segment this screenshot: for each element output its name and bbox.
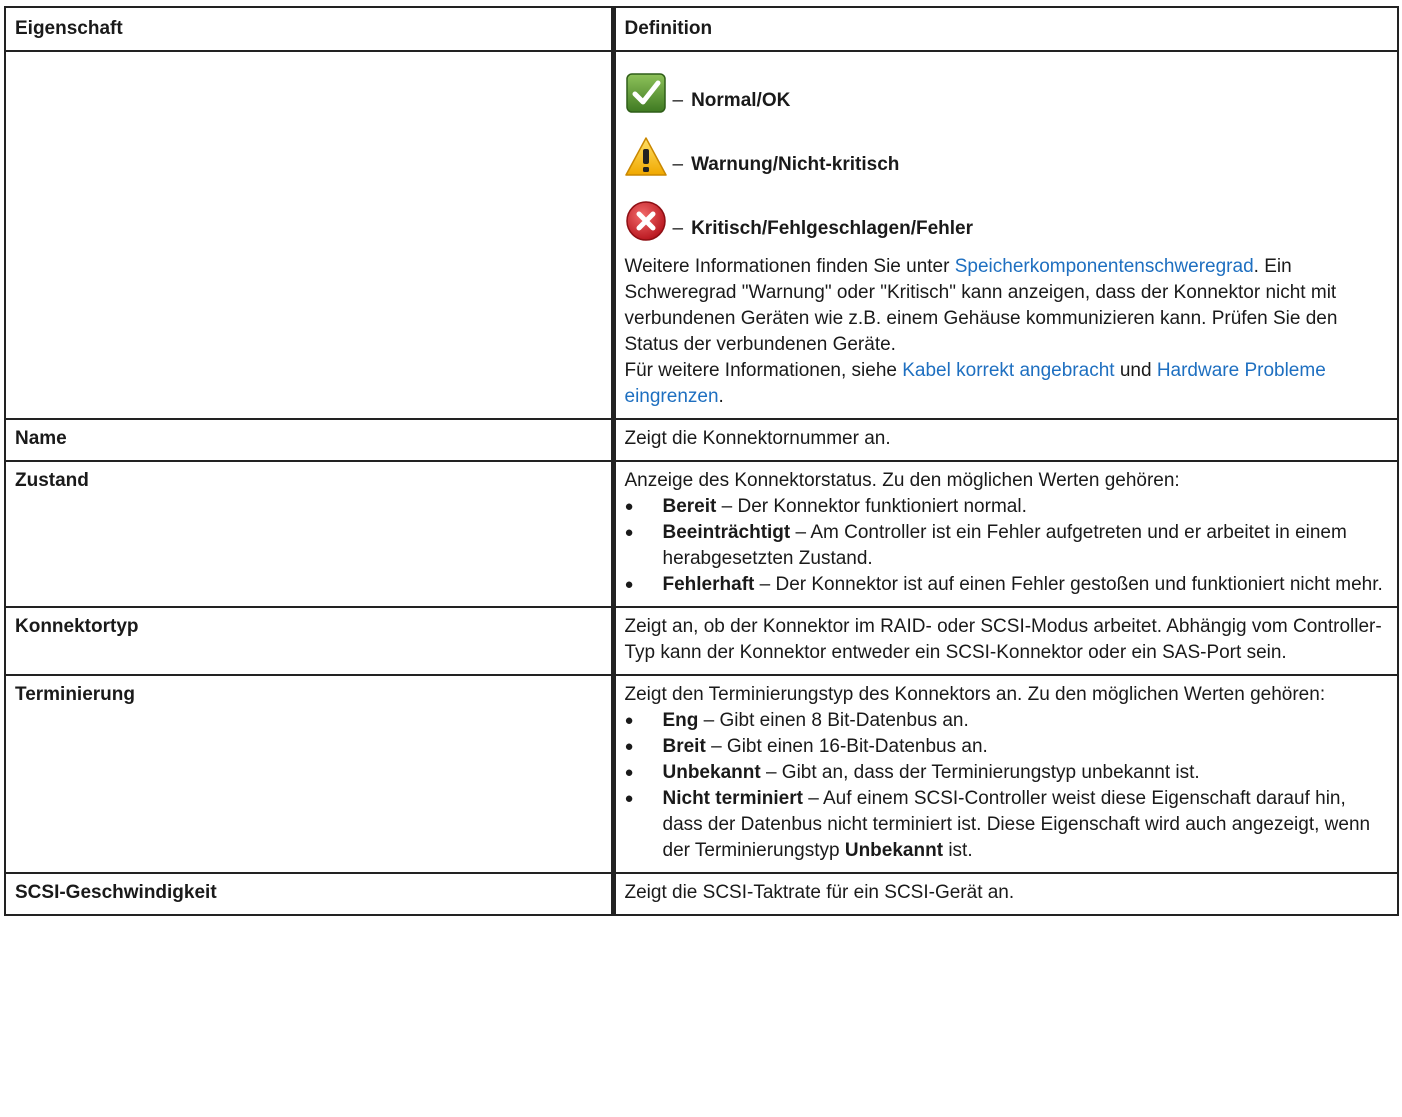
table-row-name: Name Zeigt die Konnektornummer an.: [4, 418, 1399, 462]
table-row-scsi-geschwindigkeit: SCSI-Geschwindigkeit Zeigt die SCSI-Takt…: [4, 872, 1399, 916]
property-konnektortyp: Konnektortyp: [4, 606, 614, 676]
dash: –: [672, 218, 684, 239]
term: Bereit: [662, 496, 717, 517]
zustand-list: Bereit – Der Konnektor funktioniert norm…: [625, 494, 1390, 598]
terminierung-list: Eng – Gibt einen 8 Bit-Datenbus an. Brei…: [625, 708, 1390, 864]
term: Eng: [662, 710, 699, 731]
list-item: Eng – Gibt einen 8 Bit-Datenbus an.: [625, 708, 1390, 734]
dash: –: [672, 90, 684, 111]
severity-ok-line: – Normal/OK: [625, 62, 1390, 114]
property-name: Name: [4, 418, 614, 462]
severity-ok-label: Normal/OK: [691, 90, 791, 111]
list-item: Fehlerhaft – Der Konnektor ist auf einen…: [625, 572, 1390, 598]
dash: –: [672, 154, 684, 175]
term: Breit: [662, 736, 706, 757]
term: Unbekannt: [844, 840, 944, 861]
table-row-terminierung: Terminierung Zeigt den Terminierungstyp …: [4, 674, 1399, 874]
property-table: Eigenschaft Definition – Normal/OK – War…: [4, 6, 1399, 916]
text: und: [1114, 360, 1157, 381]
list-item: Breit – Gibt einen 16-Bit-Datenbus an.: [625, 734, 1390, 760]
table-row-zustand: Zustand Anzeige des Konnektorstatus. Zu …: [4, 460, 1399, 608]
severity-critical-label: Kritisch/Fehlgeschlagen/Fehler: [691, 218, 973, 239]
list-item: Beeinträchtigt – Am Controller ist ein F…: [625, 520, 1390, 572]
text: – Gibt an, dass der Terminierungstyp unb…: [760, 762, 1200, 783]
property-cell-empty: [4, 50, 614, 420]
text: – Der Konnektor funktioniert normal.: [716, 496, 1027, 517]
term: Unbekannt: [662, 762, 761, 783]
text: – Der Konnektor ist auf einen Fehler ges…: [754, 574, 1383, 595]
list-item: Unbekannt – Gibt an, dass der Terminieru…: [625, 760, 1390, 786]
table-header-row: Eigenschaft Definition: [4, 6, 1399, 52]
definition-name: Zeigt die Konnektornummer an.: [610, 418, 1399, 462]
definition-cell-severity: – Normal/OK – Warnung/Nicht-kritisch – K…: [610, 50, 1399, 420]
link-kabel-korrekt-angebracht[interactable]: Kabel korrekt angebracht: [902, 360, 1114, 381]
definition-scsi-geschwindigkeit: Zeigt die SCSI-Taktrate für ein SCSI-Ger…: [610, 872, 1399, 916]
property-zustand: Zustand: [4, 460, 614, 608]
definition-terminierung: Zeigt den Terminierungstyp des Konnektor…: [610, 674, 1399, 874]
text: ist.: [943, 840, 973, 861]
severity-description: Weitere Informationen finden Sie unter S…: [625, 254, 1390, 410]
link-speicherkomponentenschweregrad[interactable]: Speicherkomponentenschweregrad: [955, 256, 1254, 277]
text: Für weitere Informationen, siehe: [624, 360, 903, 381]
definition-zustand: Anzeige des Konnektorstatus. Zu den mögl…: [610, 460, 1399, 608]
term: Fehlerhaft: [662, 574, 755, 595]
text: – Gibt einen 16-Bit-Datenbus an.: [705, 736, 988, 757]
check-icon: [625, 72, 667, 114]
table-row-konnektortyp: Konnektortyp Zeigt an, ob der Konnektor …: [4, 606, 1399, 676]
terminierung-intro: Zeigt den Terminierungstyp des Konnektor…: [624, 684, 1326, 705]
property-terminierung: Terminierung: [4, 674, 614, 874]
table-row-severity: – Normal/OK – Warnung/Nicht-kritisch – K…: [4, 50, 1399, 420]
text: Weitere Informationen finden Sie unter: [624, 256, 955, 277]
property-scsi-geschwindigkeit: SCSI-Geschwindigkeit: [4, 872, 614, 916]
error-icon: [625, 200, 667, 242]
warning-icon: [624, 136, 667, 178]
zustand-intro: Anzeige des Konnektorstatus. Zu den mögl…: [624, 470, 1180, 491]
list-item: Nicht terminiert – Auf einem SCSI-Contro…: [625, 786, 1390, 864]
term: Beeinträchtigt: [662, 522, 791, 543]
severity-warning-label: Warnung/Nicht-kritisch: [691, 154, 900, 175]
definition-konnektortyp: Zeigt an, ob der Konnektor im RAID- oder…: [610, 606, 1399, 676]
column-header-property: Eigenschaft: [4, 6, 614, 52]
term: Nicht terminiert: [662, 788, 803, 809]
text: – Gibt einen 8 Bit-Datenbus an.: [698, 710, 969, 731]
text: .: [718, 386, 724, 407]
column-header-definition: Definition: [610, 6, 1399, 52]
list-item: Bereit – Der Konnektor funktioniert norm…: [625, 494, 1390, 520]
severity-critical-line: – Kritisch/Fehlgeschlagen/Fehler: [625, 190, 1390, 242]
severity-warning-line: – Warnung/Nicht-kritisch: [624, 126, 1390, 178]
